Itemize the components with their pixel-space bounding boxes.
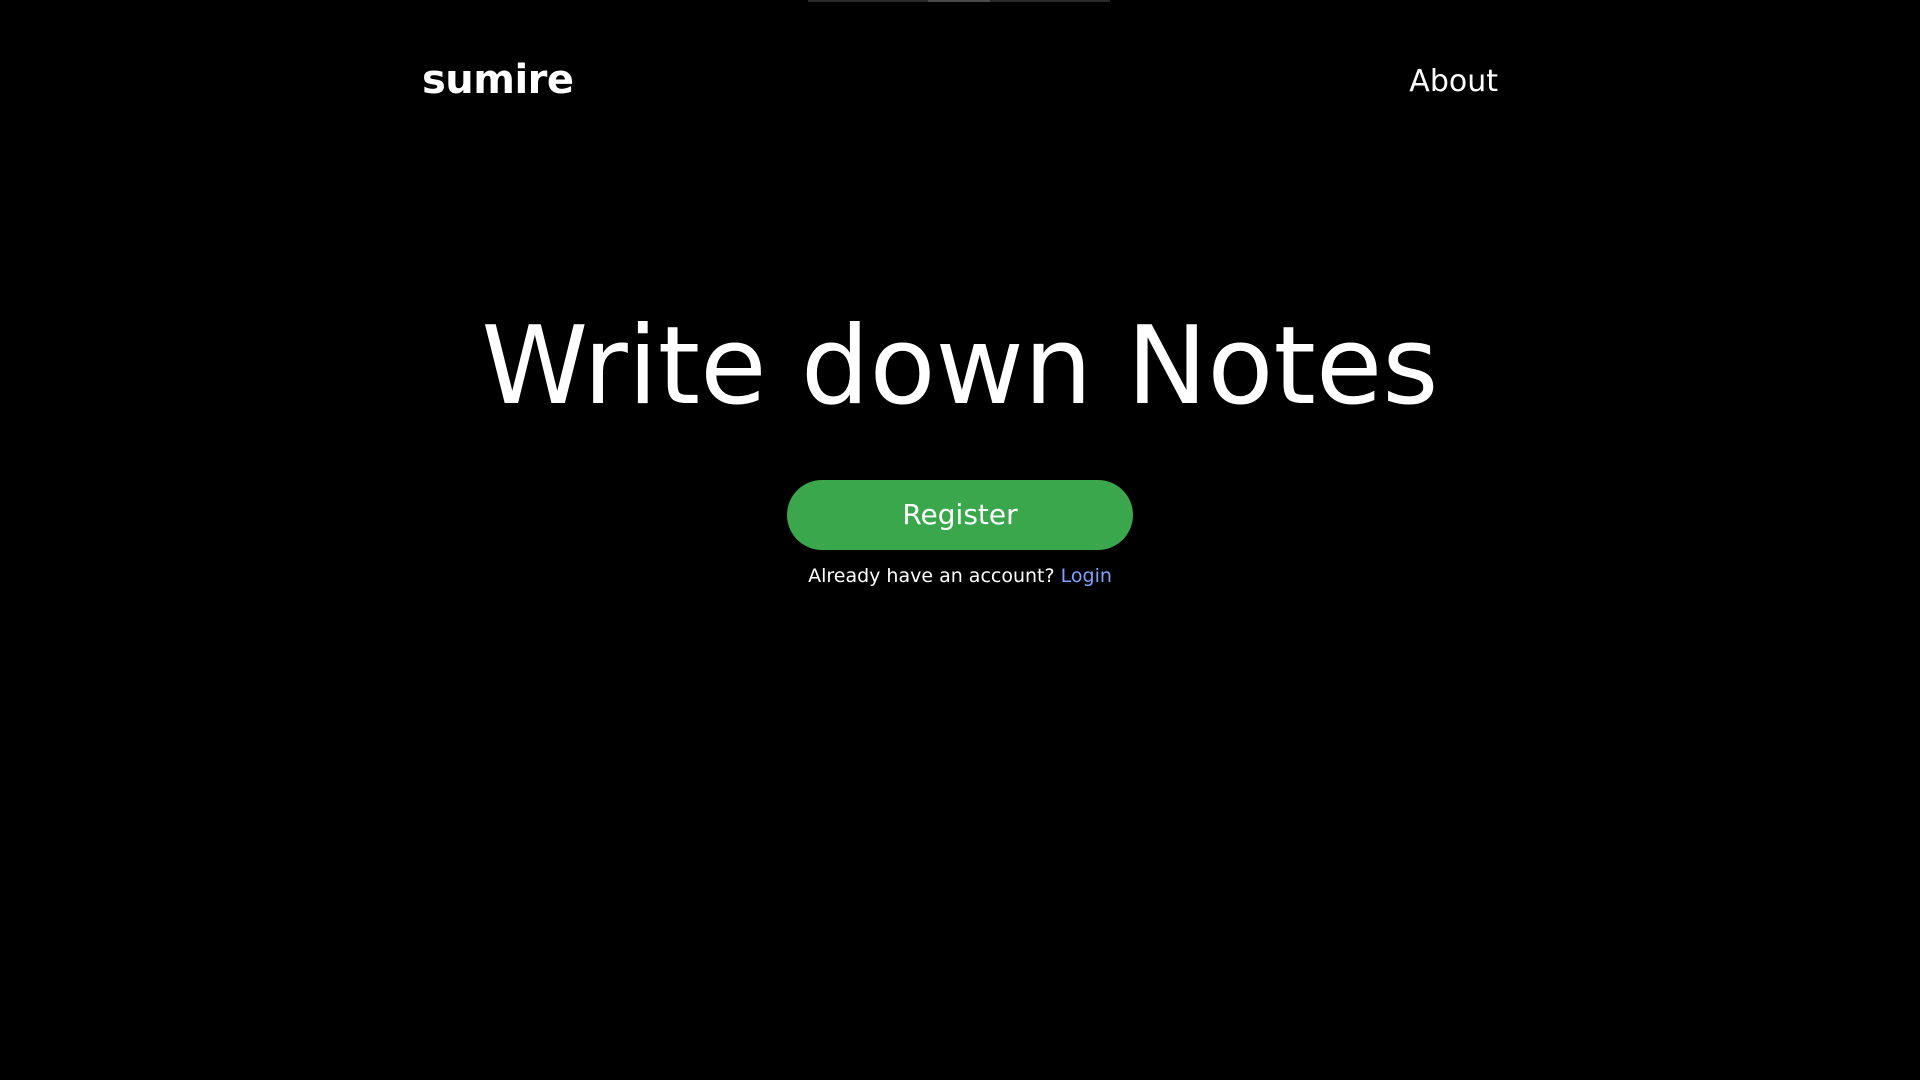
register-button[interactable]: Register [787,480,1133,550]
top-scroll-indicator [808,0,1110,2]
top-scroll-indicator-thumb [928,0,990,2]
landing-page: sumire About Write down Notes Register A… [0,0,1920,1080]
brand-logo[interactable]: sumire [422,52,574,108]
navbar: sumire About [422,52,1498,112]
login-prompt: Already have an account? Login [0,560,1920,592]
login-prompt-text: Already have an account? [808,565,1055,587]
hero-title: Write down Notes [481,304,1439,429]
login-link[interactable]: Login [1061,565,1112,587]
nav-link-about[interactable]: About [1409,52,1498,112]
